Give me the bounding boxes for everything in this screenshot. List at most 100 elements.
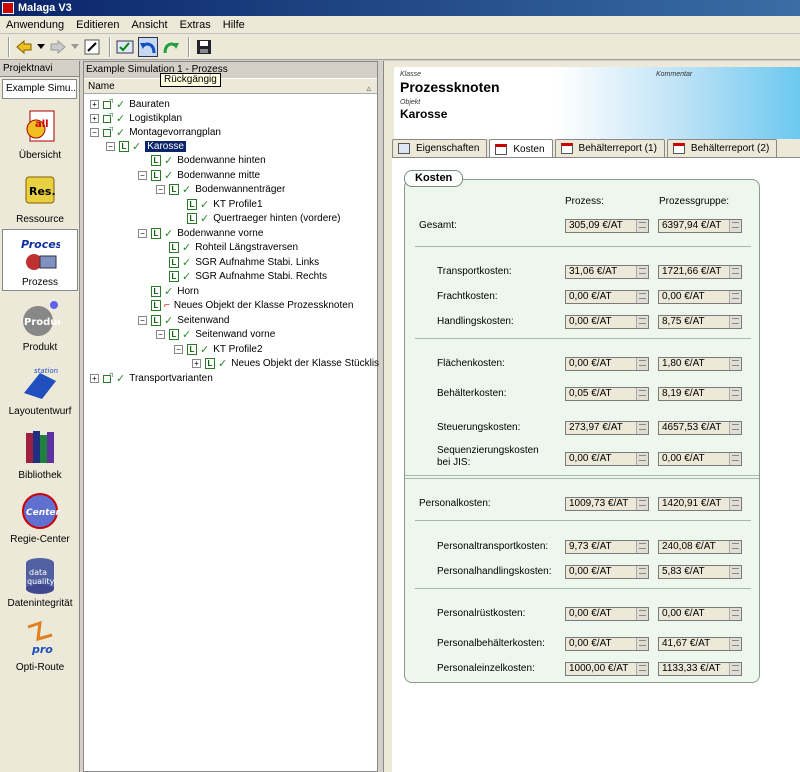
menu-editieren[interactable]: Editieren bbox=[70, 19, 125, 31]
gruppe-value-field[interactable]: 6397,94 €/AT bbox=[658, 219, 742, 233]
prozess-value-field[interactable]: 0,00 €/AT bbox=[565, 357, 649, 371]
tree-row[interactable]: L ✓ KT Profile1 bbox=[174, 197, 263, 211]
tree-row[interactable]: + ✓ Transportvarianten bbox=[90, 371, 213, 385]
spinner-icon[interactable] bbox=[636, 453, 648, 465]
gruppe-value-field[interactable]: 1,80 €/AT bbox=[658, 357, 742, 371]
collapse-icon[interactable]: − bbox=[138, 315, 147, 325]
tree-row[interactable]: L ✓ Horn bbox=[138, 284, 199, 298]
collapse-icon[interactable]: − bbox=[90, 127, 99, 137]
collapse-icon[interactable]: − bbox=[156, 184, 165, 194]
collapse-icon[interactable]: − bbox=[156, 329, 165, 339]
prozess-value-field[interactable]: 0,00 €/AT bbox=[565, 290, 649, 304]
save-button[interactable] bbox=[194, 37, 214, 57]
tree-row[interactable]: L ✓ Bodenwanne hinten bbox=[138, 153, 266, 167]
spinner-icon[interactable] bbox=[729, 608, 741, 620]
gruppe-value-field[interactable]: 41,67 €/AT bbox=[658, 637, 742, 651]
expand-icon[interactable]: + bbox=[192, 358, 201, 368]
gruppe-value-field[interactable]: 240,08 €/AT bbox=[658, 540, 742, 554]
tree-column-header[interactable]: Name ▵ bbox=[84, 78, 377, 94]
spinner-icon[interactable] bbox=[636, 608, 648, 620]
nav-bibliothek[interactable]: Bibliothek bbox=[2, 421, 78, 483]
tree-row[interactable]: + ✓ Logistikplan bbox=[90, 111, 182, 125]
spinner-icon[interactable] bbox=[636, 358, 648, 370]
spinner-icon[interactable] bbox=[636, 220, 648, 232]
nav-opti-route[interactable]: pro Opti-Route bbox=[2, 613, 78, 675]
collapse-icon[interactable]: − bbox=[106, 141, 115, 151]
tab-kosten[interactable]: Kosten bbox=[489, 139, 553, 158]
tree-row[interactable]: − L ✓ Bodenwanne mitte bbox=[138, 168, 260, 182]
spinner-icon[interactable] bbox=[636, 663, 648, 675]
spinner-icon[interactable] bbox=[729, 498, 741, 510]
gruppe-value-field[interactable]: 4657,53 €/AT bbox=[658, 421, 742, 435]
navigator-tab[interactable]: Example Simu... bbox=[2, 79, 77, 99]
gruppe-value-field[interactable]: 8,19 €/AT bbox=[658, 387, 742, 401]
spinner-icon[interactable] bbox=[636, 638, 648, 650]
forward-dropdown[interactable] bbox=[71, 37, 79, 57]
validate-button[interactable] bbox=[115, 37, 135, 57]
gruppe-value-field[interactable]: 1420,91 €/AT bbox=[658, 497, 742, 511]
spinner-icon[interactable] bbox=[729, 220, 741, 232]
gruppe-value-field[interactable]: 1133,33 €/AT bbox=[658, 662, 742, 676]
tree-row[interactable]: − L ✓ Seitenwand bbox=[138, 313, 229, 327]
spinner-icon[interactable] bbox=[636, 266, 648, 278]
prozess-value-field[interactable]: 1000,00 €/AT bbox=[565, 662, 649, 676]
spinner-icon[interactable] bbox=[729, 453, 741, 465]
spinner-icon[interactable] bbox=[729, 388, 741, 400]
back-dropdown[interactable] bbox=[37, 37, 45, 57]
collapse-icon[interactable]: − bbox=[138, 170, 147, 180]
gruppe-value-field[interactable]: 0,00 €/AT bbox=[658, 607, 742, 621]
spinner-icon[interactable] bbox=[729, 638, 741, 650]
menu-ansicht[interactable]: Ansicht bbox=[126, 19, 174, 31]
gruppe-value-field[interactable]: 5,83 €/AT bbox=[658, 565, 742, 579]
expand-icon[interactable]: + bbox=[90, 373, 99, 383]
spinner-icon[interactable] bbox=[636, 388, 648, 400]
prozess-value-field[interactable]: 0,05 €/AT bbox=[565, 387, 649, 401]
prozess-value-field[interactable]: 9,73 €/AT bbox=[565, 540, 649, 554]
tab-behaelterreport-1[interactable]: Behälterreport (1) bbox=[554, 139, 665, 157]
spinner-icon[interactable] bbox=[636, 541, 648, 553]
tree-row[interactable]: − L ✓ Seitenwand vorne bbox=[156, 327, 275, 341]
nav-uebersicht[interactable]: all Übersicht bbox=[2, 101, 78, 163]
spinner-icon[interactable] bbox=[636, 291, 648, 303]
nav-datenintegritaet[interactable]: data quality Datenintegrität bbox=[2, 549, 78, 611]
prozess-value-field[interactable]: 273,97 €/AT bbox=[565, 421, 649, 435]
spinner-icon[interactable] bbox=[729, 566, 741, 578]
prozess-value-field[interactable]: 0,00 €/AT bbox=[565, 315, 649, 329]
nav-regie-center[interactable]: Center Regie-Center bbox=[2, 485, 78, 547]
expand-icon[interactable]: + bbox=[90, 99, 99, 109]
gruppe-value-field[interactable]: 1721,66 €/AT bbox=[658, 265, 742, 279]
prozess-value-field[interactable]: 0,00 €/AT bbox=[565, 565, 649, 579]
menu-hilfe[interactable]: Hilfe bbox=[217, 19, 251, 31]
spinner-icon[interactable] bbox=[636, 566, 648, 578]
nav-ressource[interactable]: Res. Ressource bbox=[2, 165, 78, 227]
prozess-value-field[interactable]: 1009,73 €/AT bbox=[565, 497, 649, 511]
expand-icon[interactable]: + bbox=[90, 113, 99, 123]
gruppe-value-field[interactable]: 8,75 €/AT bbox=[658, 315, 742, 329]
tree-row[interactable]: + ✓ Bauraten bbox=[90, 97, 170, 111]
spinner-icon[interactable] bbox=[729, 422, 741, 434]
tab-eigenschaften[interactable]: Eigenschaften bbox=[392, 139, 488, 157]
tree-row[interactable]: L ⌐ Neues Objekt der Klasse Prozessknoten bbox=[138, 298, 353, 312]
menu-extras[interactable]: Extras bbox=[174, 19, 217, 31]
spinner-icon[interactable] bbox=[729, 266, 741, 278]
prozess-value-field[interactable]: 31,06 €/AT bbox=[565, 265, 649, 279]
tree-row[interactable]: L ✓ Rohteil Längstraversen bbox=[156, 240, 298, 254]
collapse-icon[interactable]: − bbox=[174, 344, 183, 354]
collapse-icon[interactable]: − bbox=[138, 228, 147, 238]
spinner-icon[interactable] bbox=[636, 316, 648, 328]
spinner-icon[interactable] bbox=[636, 422, 648, 434]
spinner-icon[interactable] bbox=[729, 358, 741, 370]
spinner-icon[interactable] bbox=[636, 498, 648, 510]
expand-button[interactable] bbox=[82, 37, 102, 57]
prozess-value-field[interactable]: 305,09 €/AT bbox=[565, 219, 649, 233]
forward-button[interactable] bbox=[48, 37, 68, 57]
spinner-icon[interactable] bbox=[729, 291, 741, 303]
tree-row[interactable]: L ✓ SGR Aufnahme Stabi. Rechts bbox=[156, 269, 327, 283]
prozess-value-field[interactable]: 0,00 €/AT bbox=[565, 452, 649, 466]
tree-row[interactable]: + L ✓ Neues Objekt der Klasse Stücklist... bbox=[192, 356, 390, 370]
prozess-value-field[interactable]: 0,00 €/AT bbox=[565, 637, 649, 651]
tree-row[interactable]: − L ✓ KT Profile2 bbox=[174, 342, 263, 356]
tree-row[interactable]: − ✓ Montagevorrangplan bbox=[90, 125, 221, 139]
nav-prozess[interactable]: Process Prozess bbox=[2, 229, 78, 291]
tree-row[interactable]: L ✓ SGR Aufnahme Stabi. Links bbox=[156, 255, 319, 269]
